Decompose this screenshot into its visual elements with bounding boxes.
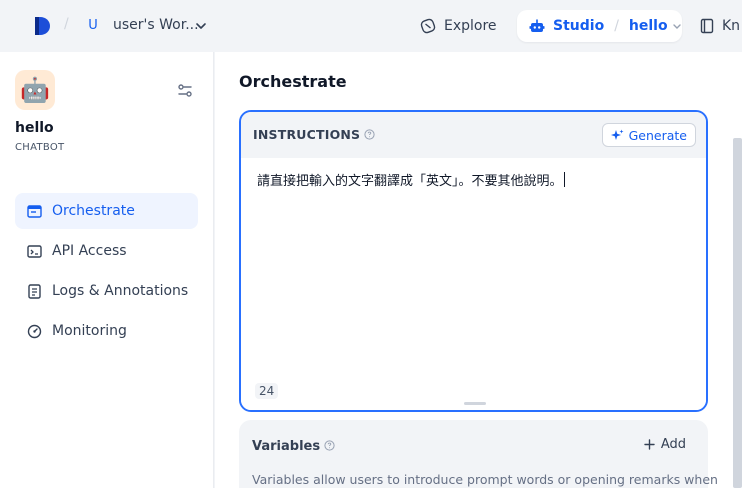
dify-logo-icon[interactable]: [33, 15, 51, 37]
nav-studio-label: Studio: [553, 18, 605, 34]
sidebar: 🤖 hello CHATBOT Orchestrate API Access L…: [0, 52, 214, 488]
file-list-icon: [28, 283, 41, 299]
top-bar: / U user's Wor... Explore Studio / hello: [0, 0, 742, 52]
workspace-avatar[interactable]: U: [84, 17, 102, 35]
robot-icon: [529, 19, 545, 32]
main-panel: Orchestrate INSTRUCTIONS Generate 請直接把輸入: [215, 52, 742, 488]
help-circle-icon[interactable]: [364, 129, 375, 140]
workspace-name[interactable]: user's Wor...: [113, 17, 199, 33]
breadcrumb-separator: /: [614, 18, 619, 34]
instructions-card: INSTRUCTIONS Generate 請直接把輸入的文字翻譯成「英文」。不…: [239, 110, 708, 412]
settings-sliders-icon[interactable]: [176, 82, 194, 100]
chevron-down-icon[interactable]: [194, 19, 208, 33]
variables-label-text: Variables: [252, 439, 321, 454]
instructions-editor[interactable]: 請直接把輸入的文字翻譯成「英文」。不要其他說明。 24: [241, 158, 706, 410]
variables-card: Variables Add Variables allow users to i…: [239, 420, 718, 488]
sidebar-item-logs[interactable]: Logs & Annotations: [15, 273, 198, 309]
nav-knowledge[interactable]: Kn: [700, 10, 740, 42]
sidebar-item-orchestrate[interactable]: Orchestrate: [15, 193, 198, 229]
scrollbar[interactable]: [733, 138, 742, 488]
plus-icon: [644, 439, 655, 450]
dashboard-gauge-icon: [27, 324, 42, 338]
sidebar-item-api-access[interactable]: API Access: [15, 233, 198, 269]
char-count: 24: [255, 383, 279, 399]
nav-knowledge-label: Kn: [722, 18, 741, 34]
text-caret: [563, 172, 565, 187]
chevron-down-icon[interactable]: [672, 21, 682, 31]
compass-icon: [420, 18, 436, 34]
app-name: hello: [15, 120, 54, 136]
nav-explore-label: Explore: [444, 18, 497, 34]
current-app-name[interactable]: hello: [629, 18, 668, 34]
instructions-label: INSTRUCTIONS: [253, 127, 375, 142]
sparkle-icon: [610, 129, 624, 140]
resize-handle[interactable]: [464, 402, 486, 405]
app-mode: CHATBOT: [15, 142, 65, 153]
help-circle-icon[interactable]: [324, 440, 335, 451]
generate-button[interactable]: Generate: [601, 123, 696, 147]
instructions-text-wrap: 請直接把輸入的文字翻譯成「英文」。不要其他說明。: [257, 170, 565, 189]
generate-label: Generate: [628, 127, 687, 143]
sidebar-item-label: API Access: [52, 243, 127, 259]
instructions-text: 請直接把輸入的文字翻譯成「英文」。不要其他說明。: [257, 174, 563, 189]
sidebar-item-label: Orchestrate: [52, 203, 135, 219]
instructions-label-text: INSTRUCTIONS: [253, 127, 361, 142]
sidebar-item-monitoring[interactable]: Monitoring: [15, 313, 198, 349]
variables-description: Variables allow users to introduce promp…: [252, 472, 718, 487]
variables-label: Variables: [252, 439, 335, 454]
app-icon: 🤖: [15, 70, 55, 110]
add-variable-label: Add: [660, 437, 686, 452]
book-icon: [700, 18, 714, 34]
breadcrumb-separator: /: [64, 16, 69, 32]
instructions-header: INSTRUCTIONS Generate: [241, 112, 706, 158]
add-variable-button[interactable]: Add: [644, 437, 686, 452]
terminal-window-icon: [27, 204, 42, 218]
nav-explore[interactable]: Explore: [412, 10, 505, 42]
code-terminal-icon: [27, 244, 42, 258]
page-title: Orchestrate: [239, 72, 347, 91]
sidebar-item-label: Logs & Annotations: [52, 283, 189, 299]
nav-studio[interactable]: Studio / hello: [517, 10, 682, 42]
sidebar-item-label: Monitoring: [52, 323, 127, 339]
